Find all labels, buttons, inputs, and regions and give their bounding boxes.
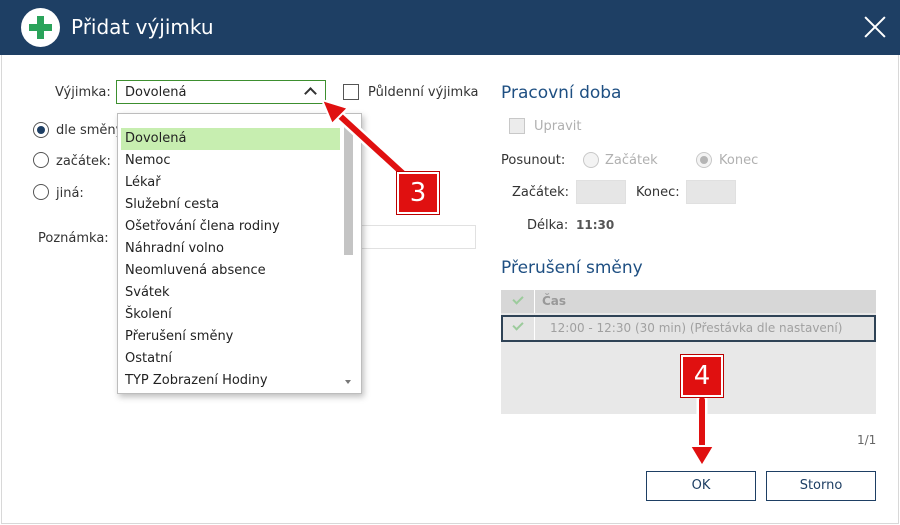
- callout-4: 4: [681, 355, 723, 397]
- arrow-3: [320, 98, 416, 186]
- callout-3: 3: [397, 172, 439, 214]
- annotation-arrows: [320, 98, 716, 468]
- arrow-4: [688, 394, 716, 468]
